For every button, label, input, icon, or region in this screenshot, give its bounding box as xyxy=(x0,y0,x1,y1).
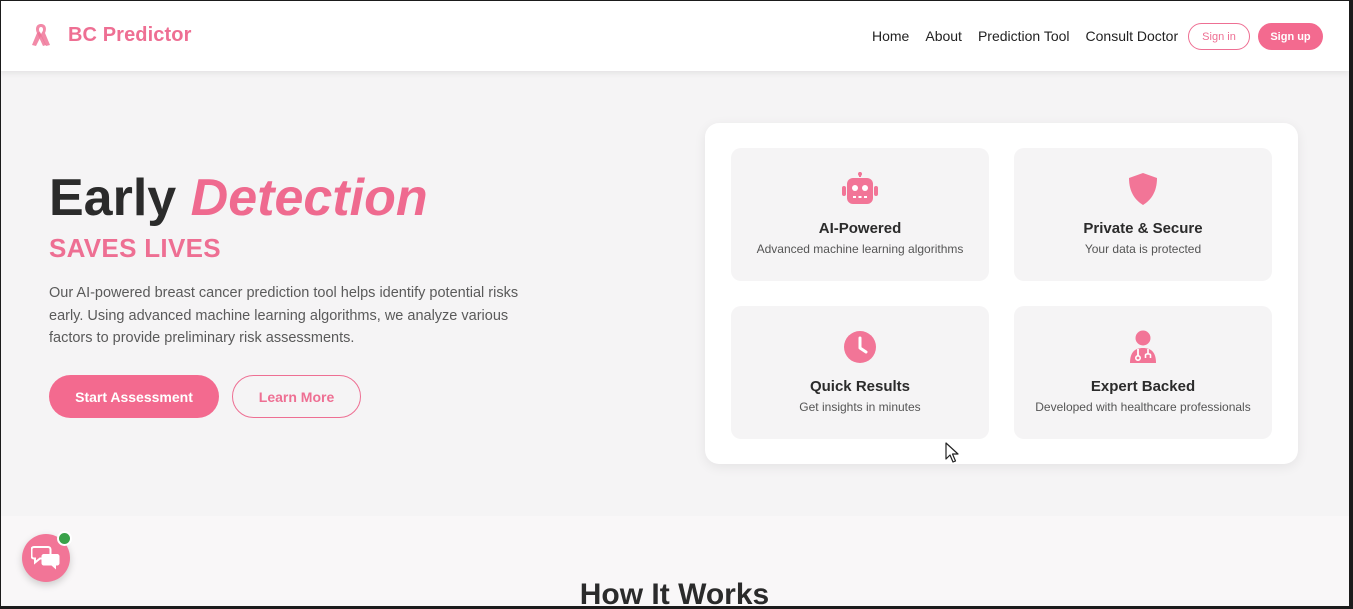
main-nav: Home About Prediction Tool Consult Docto… xyxy=(872,28,1178,44)
brand-name: BC Predictor xyxy=(68,23,192,46)
hero-description: Our AI-powered breast cancer prediction … xyxy=(49,285,519,346)
nav-item-home[interactable]: Home xyxy=(872,28,909,44)
online-status-indicator xyxy=(57,531,72,546)
nav-item-prediction-tool[interactable]: Prediction Tool xyxy=(978,28,1070,44)
features-panel: AI-Powered Advanced machine learning alg… xyxy=(705,123,1298,464)
brand[interactable]: BC Predictor xyxy=(28,20,191,50)
feature-card-expert-backed: Expert Backed Developed with healthcare … xyxy=(1014,306,1272,439)
feature-title: Private & Secure xyxy=(1083,220,1203,237)
feature-text: Get insights in minutes xyxy=(799,400,921,414)
feature-card-quick-results: Quick Results Get insights in minutes xyxy=(731,306,989,439)
feature-text: Developed with healthcare professionals xyxy=(1035,400,1251,414)
feature-title: Expert Backed xyxy=(1090,378,1196,395)
shield-icon xyxy=(1123,171,1163,207)
top-navbar: BC Predictor Home About Prediction Tool … xyxy=(0,0,1349,71)
feature-card-private-secure: Private & Secure Your data is protected xyxy=(1014,148,1272,281)
how-it-works-title: How It Works xyxy=(579,578,770,609)
learn-more-button[interactable]: Learn More xyxy=(232,375,361,418)
nav-item-consult-doctor[interactable]: Consult Doctor xyxy=(1086,28,1179,44)
window-frame-top xyxy=(0,0,1353,1)
feature-title: Quick Results xyxy=(809,378,911,395)
chat-bubbles-icon xyxy=(31,546,60,570)
clock-icon xyxy=(840,329,880,365)
mouse-cursor-icon xyxy=(945,442,959,463)
start-assessment-button[interactable]: Start Assessment xyxy=(49,375,219,418)
hero-title-plain: Early xyxy=(49,169,177,227)
hero-title: Early Detection xyxy=(49,168,428,228)
feature-card-ai-powered: AI-Powered Advanced machine learning alg… xyxy=(731,148,989,281)
window-frame-left xyxy=(0,0,1,609)
pink-ribbon-icon xyxy=(28,20,54,50)
hero-subtitle: SAVES LIVES xyxy=(49,233,221,263)
sign-in-button[interactable]: Sign in xyxy=(1188,23,1250,50)
nav-item-about[interactable]: About xyxy=(925,28,962,44)
sign-up-button[interactable]: Sign up xyxy=(1258,23,1323,50)
doctor-icon xyxy=(1123,329,1163,365)
window-frame-right xyxy=(1349,0,1353,609)
robot-icon xyxy=(840,171,880,207)
feature-title: AI-Powered xyxy=(818,220,902,237)
hero-title-accent: Detection xyxy=(190,169,428,227)
feature-text: Your data is protected xyxy=(1084,242,1202,256)
feature-text: Advanced machine learning algorithms xyxy=(756,242,964,256)
